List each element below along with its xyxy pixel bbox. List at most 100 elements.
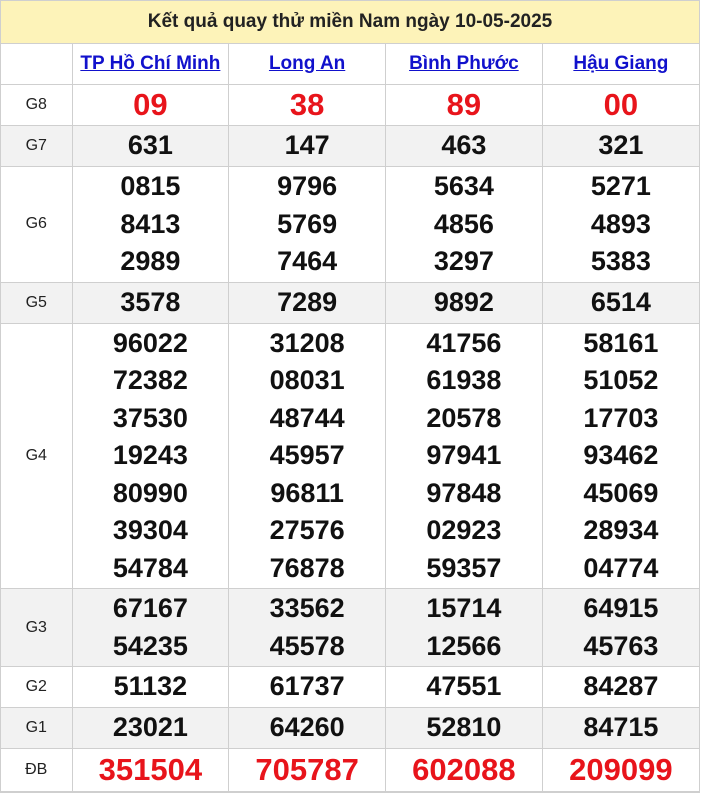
prize-number: 80990 xyxy=(112,477,188,508)
prize-number: 7289 xyxy=(277,286,338,317)
prize-number: 96022 xyxy=(112,327,188,358)
prize-number: 08031 xyxy=(269,365,345,395)
prize-number: 76878 xyxy=(269,552,345,583)
prize-number: 20578 xyxy=(426,402,502,433)
prize-number: 602088 xyxy=(412,752,516,788)
prize-number: 23021 xyxy=(112,712,188,743)
province-header: TP Hồ Chí Minh xyxy=(71,44,230,85)
prize-number: 321 xyxy=(598,130,644,161)
prize-number: 37530 xyxy=(112,402,188,433)
prize-cell: 602088 xyxy=(385,748,543,792)
prize-number: 96811 xyxy=(270,477,344,508)
prize-number: 705787 xyxy=(255,752,359,788)
prize-number: 64260 xyxy=(269,712,345,743)
prize-cell: 15714 12566 xyxy=(385,588,543,667)
prize-row: G8 09 38 89 00 xyxy=(1,84,699,126)
prize-number: 84715 xyxy=(583,712,659,743)
prize-number: 5271 xyxy=(590,171,651,201)
prize-number: 4856 xyxy=(433,208,494,239)
prize-number: 5769 xyxy=(277,208,338,239)
prize-number: 9796 xyxy=(277,171,338,201)
prize-cell: 5271 4893 5383 xyxy=(541,166,699,283)
prize-number: 0815 xyxy=(120,171,181,201)
prize-number: 64915 xyxy=(583,593,659,623)
prize-label: ĐB xyxy=(1,748,73,792)
prize-number: 67167 xyxy=(112,593,188,623)
prize-cell: 64915 45763 xyxy=(541,588,699,667)
prize-number: 59357 xyxy=(426,552,502,583)
province-header: Bình Phước xyxy=(385,44,543,85)
prize-number: 8413 xyxy=(120,208,181,239)
prize-cell: 09 xyxy=(71,84,230,126)
prize-number: 04774 xyxy=(583,552,659,583)
prize-cell: 23021 xyxy=(71,707,230,749)
prize-number: 84287 xyxy=(583,671,659,702)
prize-row: G4 96022 72382 37530 19243 80990 39304 54784 312… xyxy=(1,322,699,589)
province-header-row: TP Hồ Chí Minh Long An Bình Phước Hậu Gi… xyxy=(1,44,699,85)
prize-number: 09 xyxy=(133,87,168,123)
prize-number: 3578 xyxy=(120,286,181,317)
prize-number: 33562 xyxy=(269,593,345,623)
prize-cell: 96022 72382 37530 19243 80990 39304 54784 xyxy=(71,322,230,589)
prize-cell: 64260 xyxy=(228,707,386,749)
prize-cell: 351504 xyxy=(71,748,230,792)
prize-cell: 51132 xyxy=(71,666,230,708)
prize-number: 52810 xyxy=(426,712,502,743)
prize-number: 61938 xyxy=(426,365,502,395)
prize-number: 5383 xyxy=(590,246,651,276)
prize-cell: 0815 8413 2989 xyxy=(71,166,230,283)
prize-number: 58161 xyxy=(583,327,659,358)
prize-number: 97848 xyxy=(426,477,502,508)
prize-label: G6 xyxy=(1,166,73,283)
province-link-long-an[interactable]: Long An xyxy=(269,53,345,74)
prize-cell: 5634 4856 3297 xyxy=(385,166,543,283)
prize-cell: 61737 xyxy=(228,666,386,708)
prize-number: 54235 xyxy=(112,630,188,661)
prize-number: 54784 xyxy=(112,552,188,583)
province-link-binh-phuoc[interactable]: Bình Phước xyxy=(409,53,519,74)
prize-number: 4893 xyxy=(590,208,651,239)
prize-row: G2 51132 61737 47551 84287 xyxy=(1,666,699,708)
prize-cell: 6514 xyxy=(541,281,699,324)
prize-number: 45578 xyxy=(269,630,345,661)
prize-cell: 84287 xyxy=(541,666,699,708)
prize-cell: 00 xyxy=(541,84,699,126)
prize-row: G3 67167 54235 33562 45578 15714 12566 64915 457… xyxy=(1,588,699,667)
lottery-results: Kết quả quay thử miền Nam ngày 10-05-202… xyxy=(0,0,700,793)
province-header: Hậu Giang xyxy=(541,44,699,85)
prize-number: 5634 xyxy=(433,171,494,201)
prize-number: 48744 xyxy=(269,402,345,433)
prize-row: G7 631 147 463 321 xyxy=(1,125,699,167)
prize-cell: 463 xyxy=(385,125,543,167)
prize-cell: 9796 5769 7464 xyxy=(228,166,386,283)
prize-number: 97941 xyxy=(426,440,502,470)
prize-number: 147 xyxy=(284,130,330,161)
prize-label: G7 xyxy=(1,125,73,167)
prize-number: 19243 xyxy=(112,440,188,470)
prize-number: 93462 xyxy=(583,440,659,470)
prize-row: G1 23021 64260 52810 84715 xyxy=(1,707,699,749)
province-link-hcm[interactable]: TP Hồ Chí Minh xyxy=(80,53,220,74)
province-link-hau-giang[interactable]: Hậu Giang xyxy=(573,53,668,74)
prize-number: 39304 xyxy=(112,515,188,545)
prize-number: 51052 xyxy=(583,365,659,395)
prize-label: G2 xyxy=(1,666,73,708)
prize-number: 17703 xyxy=(583,402,659,433)
prize-label: G5 xyxy=(1,281,73,324)
prize-number: 00 xyxy=(603,87,639,123)
prize-number: 351504 xyxy=(98,752,203,788)
prize-number: 45763 xyxy=(583,630,659,661)
prize-number: 463 xyxy=(441,130,487,161)
prize-number: 12566 xyxy=(426,630,502,661)
prize-number: 7464 xyxy=(277,246,338,276)
prize-label: G3 xyxy=(1,588,73,667)
prize-number: 3297 xyxy=(433,246,494,276)
results-table: TP Hồ Chí Minh Long An Bình Phước Hậu Gi… xyxy=(1,44,699,792)
prize-number: 41756 xyxy=(426,327,502,358)
prize-label: G8 xyxy=(1,84,73,126)
prize-cell: 41756 61938 20578 97941 97848 02923 59357 xyxy=(385,322,543,589)
prize-number: 209099 xyxy=(569,752,673,788)
prize-cell: 631 xyxy=(71,125,230,167)
prize-cell: 47551 xyxy=(385,666,543,708)
header-empty-cell xyxy=(1,44,73,85)
